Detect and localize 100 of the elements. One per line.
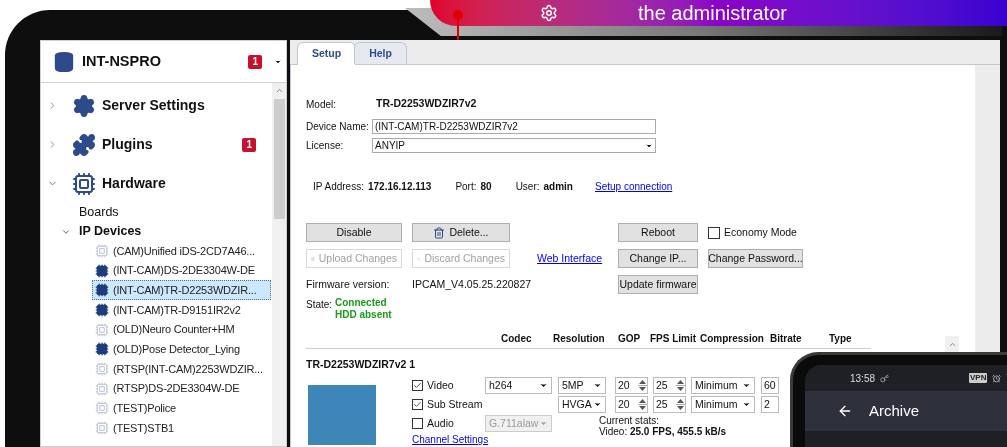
stream-label: Video — [427, 377, 454, 393]
screen-title: Archive — [869, 400, 920, 421]
license-dropdown[interactable]: ANYIP — [372, 138, 656, 153]
clock-text: 13:58 — [850, 371, 876, 386]
scrollbar[interactable] — [945, 336, 959, 352]
dropdown-arrow-icon — [593, 400, 602, 409]
notification-badge: 1 — [242, 137, 256, 152]
tree-item[interactable]: (OLD)Neuro Counter+HM — [92, 319, 271, 340]
tree-item[interactable]: Server Settings — [41, 86, 272, 125]
number-field[interactable]: 20 — [615, 396, 648, 413]
action-button[interactable]: Reboot — [618, 223, 698, 242]
tree-item[interactable]: (TEST)Police — [92, 398, 271, 419]
number-field[interactable]: 25 — [653, 396, 686, 413]
number-field[interactable]: 60 — [761, 377, 779, 394]
tab[interactable]: Setup — [297, 42, 357, 65]
field-label: State: — [306, 298, 334, 312]
dropdown-field[interactable]: HVGA — [558, 396, 606, 413]
dropdown-field[interactable]: Minimum — [691, 396, 755, 413]
field-label: License: — [306, 139, 345, 153]
puzzle-icon — [72, 132, 96, 157]
column-header: Type — [829, 332, 853, 346]
tree-item[interactable]: Boards — [41, 203, 272, 222]
scrollbar[interactable] — [272, 83, 286, 446]
tree-item[interactable]: (OLD)Pose Detector_Lying — [92, 339, 271, 360]
chip-icon — [72, 171, 96, 196]
vpn-indicator: VPN — [969, 373, 988, 383]
notification-badge: 1 — [248, 54, 262, 69]
checkbox[interactable] — [412, 399, 423, 410]
action-button[interactable]: Change Password... — [708, 249, 803, 268]
dropdown-arrow-icon — [593, 381, 602, 390]
device-name-field[interactable]: (INT-CAM)TR-D2253WDZIR7v2 — [372, 119, 656, 134]
tab[interactable]: Help — [354, 42, 407, 64]
scroll-up-icon[interactable] — [274, 86, 284, 95]
key-icon — [880, 373, 890, 383]
field-label: IP Address: — [313, 180, 364, 194]
field-label: Device Name: — [306, 120, 370, 134]
field-label: Model: — [306, 97, 337, 112]
column-header: GOP — [618, 332, 642, 346]
stats-title: Current stats: — [599, 415, 661, 426]
column-header: Compression — [700, 332, 765, 346]
tree-item[interactable]: (RTSP(INT-CAM)2253WDZIR... — [92, 359, 271, 379]
column-header: Resolution — [553, 332, 606, 346]
tree-item[interactable]: (TEST)STB1 — [92, 418, 271, 438]
spinner-arrows-icon — [638, 379, 647, 392]
action-button[interactable]: Change IP... — [618, 249, 698, 268]
column-header: FPS Limit — [650, 332, 698, 346]
ip-value: 172.16.12.113 — [367, 180, 432, 194]
tree-item[interactable]: (RTSP)DS-2DE3304W-DE — [92, 378, 271, 399]
stream-label: Audio — [427, 415, 454, 431]
field-label: User: — [515, 180, 540, 194]
port-value: 80 — [480, 180, 492, 194]
channel-title: TR-D2253WDZIR7v2 1 — [306, 357, 416, 372]
action-button[interactable]: Disable — [306, 223, 402, 242]
stream-label: Sub Stream — [427, 396, 483, 412]
photo-placeholder — [308, 385, 376, 445]
dropdown-arrow-icon — [742, 400, 751, 409]
dropdown-field[interactable]: h264 — [485, 377, 552, 394]
number-field[interactable]: 25 — [653, 377, 686, 394]
tree-item[interactable]: IP Devices — [41, 222, 272, 241]
status-text: Connected — [335, 297, 388, 309]
stats-text: Video: 25.0 FPS, 455.5 kB/s — [599, 426, 727, 437]
column-header: Bitrate — [770, 332, 803, 346]
spinner-arrows-icon — [676, 398, 685, 411]
action-button[interactable]: Delete... — [412, 223, 510, 242]
checkbox[interactable] — [412, 418, 423, 429]
web-interface-link[interactable]: Web Interface — [537, 251, 603, 267]
alarm-icon — [992, 373, 1002, 383]
status-text: HDD absent — [335, 309, 392, 321]
number-field[interactable]: 2 — [761, 396, 779, 413]
field-label: Firmware version: — [306, 277, 390, 293]
spinner-arrows-icon — [638, 398, 647, 411]
checkbox[interactable] — [708, 227, 720, 239]
server-name: INT-NSPRO — [82, 51, 162, 71]
dropdown-arrow-icon — [539, 381, 548, 390]
pin-marker-icon — [452, 10, 464, 40]
tree-item[interactable]: (INT-CAM)DS-2DE3304W-DE — [92, 260, 271, 281]
dropdown-arrow-icon — [742, 381, 751, 390]
tree-item[interactable]: Hardware — [41, 164, 272, 203]
action-button[interactable]: Update firmware — [618, 275, 698, 294]
user-value: admin — [543, 180, 573, 194]
spinner-arrows-icon — [676, 379, 685, 392]
checkbox[interactable] — [412, 380, 423, 391]
dropdown-field[interactable]: Minimum — [691, 377, 755, 394]
field-label: Port: — [455, 180, 477, 194]
number-field[interactable]: 20 — [615, 377, 648, 394]
database-icon — [53, 49, 75, 74]
column-header: Codec — [501, 332, 533, 346]
channel-settings-link[interactable]: Channel Settings — [412, 434, 489, 445]
tree-item[interactable]: Plugins 1 — [41, 125, 272, 164]
tree-item[interactable]: (CAM)Unified iDS-2CD7A46... — [92, 241, 271, 261]
setup-connection-link[interactable]: Setup connection — [595, 179, 673, 194]
tree-item[interactable]: (INT-CAM)TR-D2253WDZIR... — [92, 280, 271, 301]
dropdown-field[interactable]: 5MP — [558, 377, 606, 394]
scroll-up-icon[interactable] — [947, 340, 957, 349]
model-value: TR-D2253WDZIR7v2 — [376, 96, 477, 112]
banner-text: the administrator — [638, 1, 787, 25]
checkbox-label: Economy Mode — [724, 225, 797, 241]
dropdown-arrow-icon — [539, 419, 548, 428]
tree-item[interactable]: (INT-CAM)TR-D9151IR2v2 — [92, 300, 271, 320]
field-value: IPCAM_V4.05.25.220827 — [412, 277, 532, 293]
